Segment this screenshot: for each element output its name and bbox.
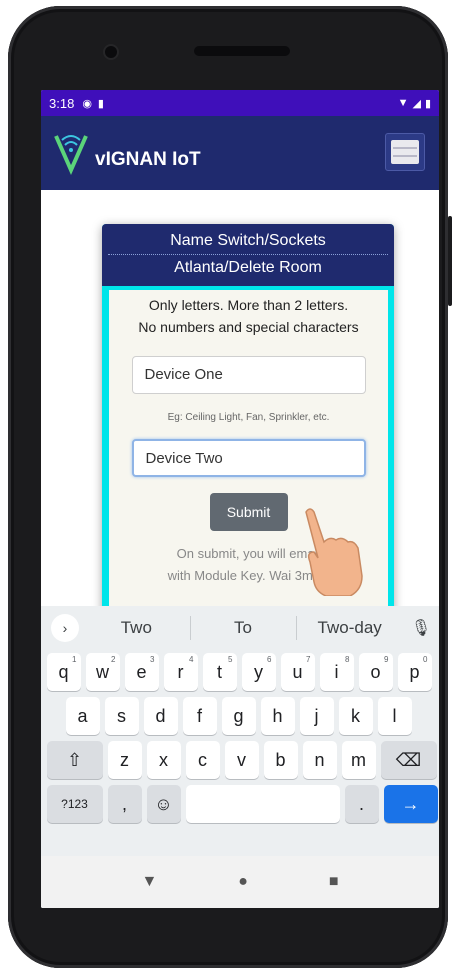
earpiece-speaker (194, 46, 290, 56)
key-row-3: ⇧ z x c v b n m ⌫ (41, 738, 439, 782)
notification-icon: ◉ (82, 97, 92, 110)
shift-icon[interactable]: ⇧ (46, 741, 103, 779)
key-j[interactable]: j (299, 697, 334, 735)
key-t[interactable]: 5t (202, 653, 237, 691)
suggestion-3[interactable]: Two-day (296, 616, 403, 640)
status-time: 3:18 (49, 95, 75, 111)
key-o[interactable]: 9o (358, 653, 393, 691)
system-nav-bar: ▼ ● ■ (41, 856, 439, 908)
key-s[interactable]: s (104, 697, 139, 735)
key-row-2: a s d f g h j k l (41, 694, 439, 738)
key-w[interactable]: 2w (85, 653, 120, 691)
key-g[interactable]: g (221, 697, 256, 735)
key-a[interactable]: a (65, 697, 100, 735)
period-key[interactable]: . (344, 785, 379, 823)
signal-icon: ◢ (412, 97, 421, 110)
key-h[interactable]: h (260, 697, 295, 735)
key-f[interactable]: f (182, 697, 217, 735)
backspace-icon[interactable]: ⌫ (380, 741, 437, 779)
key-row-4: ?123 , ☺ . → (41, 782, 439, 826)
screen: 3:18 ◉ ▮ ▼ ◢ ▮ vIGNAN IoT Name Switch/So… (41, 90, 439, 908)
expand-chevron-icon[interactable]: › (51, 614, 79, 642)
key-y[interactable]: 6y (241, 653, 276, 691)
key-p[interactable]: 0p (397, 653, 432, 691)
key-r[interactable]: 4r (163, 653, 198, 691)
battery-icon: ▮ (424, 97, 431, 110)
key-x[interactable]: x (146, 741, 181, 779)
soft-keyboard: › Two To Two-day 🎙 1q 2w 3e 4r 5t 6y 7u … (41, 606, 439, 908)
key-q[interactable]: 1q (46, 653, 81, 691)
phone-frame: 3:18 ◉ ▮ ▼ ◢ ▮ vIGNAN IoT Name Switch/So… (8, 6, 452, 968)
vignan-logo-icon (54, 135, 88, 175)
example-hint: Eg: Ceiling Light, Fan, Sprinkler, etc. (167, 412, 330, 423)
sd-card-icon: ▮ (97, 97, 104, 110)
space-key[interactable] (185, 785, 340, 823)
app-title: vIGNAN IoT (95, 149, 201, 170)
key-k[interactable]: k (338, 697, 373, 735)
key-e[interactable]: 3e (124, 653, 159, 691)
key-n[interactable]: n (302, 741, 337, 779)
card-header: Name Switch/Sockets Atlanta/Delete Room (102, 224, 394, 286)
app-header: vIGNAN IoT (41, 116, 439, 190)
instruction-text: Only letters. More than 2 letters. No nu… (109, 294, 388, 338)
instruction-line-1: Only letters. More than 2 letters. (148, 297, 349, 313)
card-title: Name Switch/Sockets (170, 232, 326, 249)
menu-button[interactable] (385, 133, 425, 171)
device-name-field-1[interactable]: Device One (131, 356, 366, 394)
key-i[interactable]: 8i (319, 653, 354, 691)
hamburger-icon (391, 140, 419, 164)
comma-key[interactable]: , (107, 785, 142, 823)
nav-home-icon[interactable]: ● (238, 873, 248, 891)
key-d[interactable]: d (143, 697, 178, 735)
suggestion-strip: › Two To Two-day 🎙 (41, 606, 439, 650)
suggestion-2[interactable]: To (189, 616, 297, 640)
status-right: ▼ ◢ ▮ (398, 97, 431, 110)
key-c[interactable]: c (185, 741, 220, 779)
key-l[interactable]: l (377, 697, 412, 735)
tap-hand-icon (305, 508, 363, 596)
instruction-line-2: No numbers and special characters (138, 319, 359, 335)
key-v[interactable]: v (224, 741, 259, 779)
nav-recents-icon[interactable]: ■ (329, 873, 339, 891)
device-name-field-2[interactable]: Device Two (131, 439, 366, 477)
suggestion-1[interactable]: Two (83, 618, 190, 638)
symbols-key[interactable]: ?123 (46, 785, 103, 823)
key-m[interactable]: m (341, 741, 376, 779)
front-camera (105, 46, 117, 58)
status-bar: 3:18 ◉ ▮ ▼ ◢ ▮ (41, 90, 439, 116)
submit-button[interactable]: Submit (209, 493, 288, 531)
key-u[interactable]: 7u (280, 653, 315, 691)
emoji-icon[interactable]: ☺ (146, 785, 181, 823)
key-z[interactable]: z (107, 741, 142, 779)
nav-back-icon[interactable]: ▼ (141, 873, 157, 891)
key-b[interactable]: b (263, 741, 298, 779)
mic-icon[interactable]: 🎙 (403, 618, 439, 638)
wifi-icon: ▼ (397, 97, 409, 109)
key-row-1: 1q 2w 3e 4r 5t 6y 7u 8i 9o 0p (41, 650, 439, 694)
card-subtitle: Atlanta/Delete Room (174, 259, 322, 276)
enter-arrow-icon[interactable]: → (383, 785, 438, 823)
